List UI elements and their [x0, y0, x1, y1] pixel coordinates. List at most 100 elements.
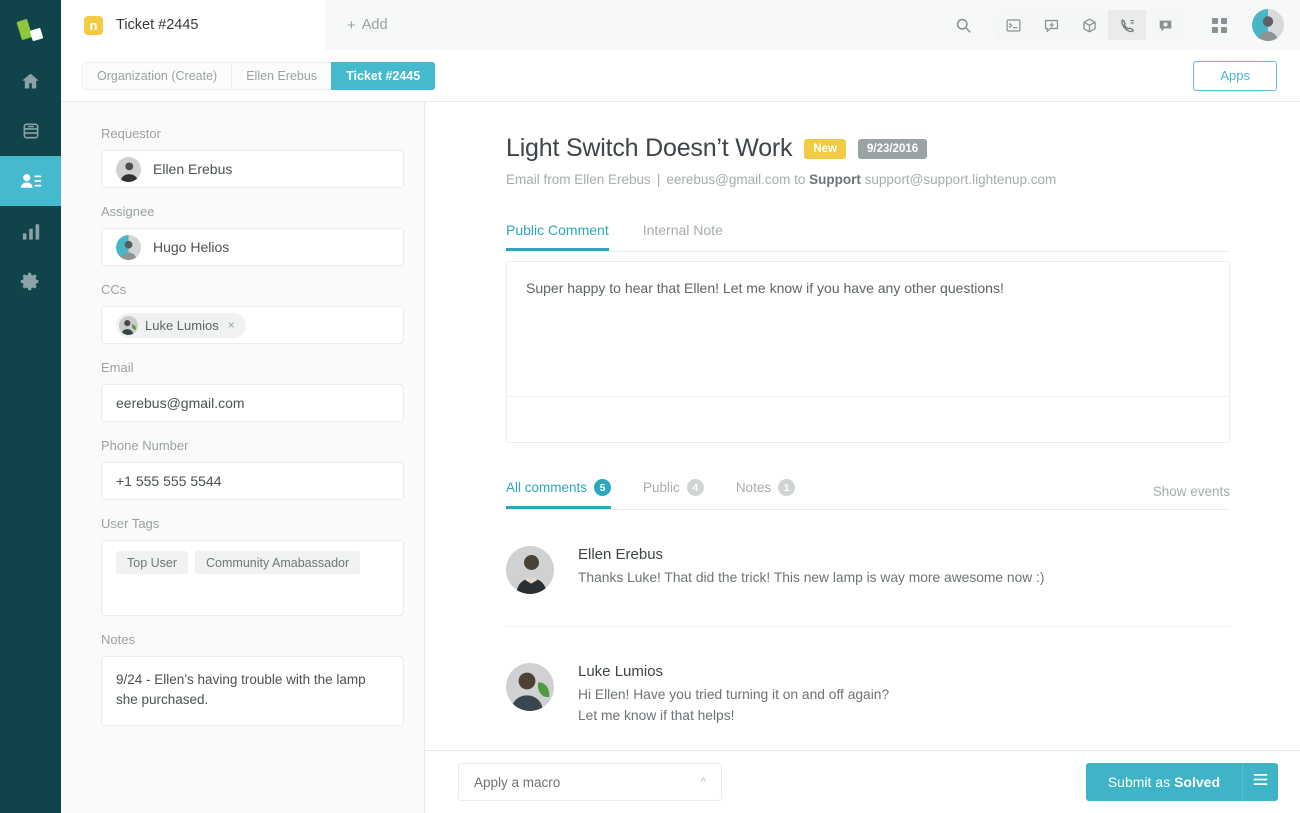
composer-toolbar	[507, 396, 1229, 442]
phone-value: +1 555 555 5544	[116, 473, 222, 489]
app-root: n Ticket #2445 + Add	[0, 0, 1300, 813]
tab-all-comments-label: All comments	[506, 480, 587, 495]
ticket-scroll-area: Light Switch Doesn’t Work New 9/23/2016 …	[425, 102, 1300, 750]
chat-icon[interactable]	[1146, 10, 1184, 40]
tab-public-label: Public	[643, 480, 680, 495]
lightenup-logo[interactable]	[0, 6, 61, 56]
field-requestor: Requestor Ellen Erebus	[101, 126, 404, 188]
composer-tabs: Public Comment Internal Note	[506, 216, 1230, 252]
lightning-chat-icon[interactable]	[1032, 10, 1070, 40]
date-badge: 9/23/2016	[858, 139, 927, 159]
sidebar-item-settings[interactable]	[0, 256, 61, 306]
email-field[interactable]: eerebus@gmail.com	[101, 384, 404, 422]
avatar	[116, 235, 141, 260]
breadcrumb-item-user[interactable]: Ellen Erebus	[231, 62, 331, 90]
field-notes: Notes 9/24 - Ellen’s having trouble with…	[101, 632, 404, 726]
breadcrumb-item-organization[interactable]: Organization (Create)	[82, 62, 231, 90]
sidebar-item-home[interactable]	[0, 56, 61, 106]
hamburger-icon	[1253, 773, 1268, 791]
comment-text: Thanks Luke! That did the trick! This ne…	[578, 568, 1044, 589]
comment-content: Ellen Erebus Thanks Luke! That did the t…	[578, 546, 1044, 594]
assignee-value: Hugo Helios	[153, 239, 229, 255]
phone-icon[interactable]	[1108, 10, 1146, 40]
apps-grid-icon[interactable]	[1200, 10, 1238, 40]
comment-author: Luke Lumios	[578, 663, 889, 680]
user-tags-input[interactable]: Top User Community Amabassador	[101, 540, 404, 616]
ticket-sub-prefix: Email from Ellen Erebus	[506, 172, 651, 187]
field-label-email: Email	[101, 360, 404, 375]
main-column: n Ticket #2445 + Add	[61, 0, 1300, 813]
field-email: Email eerebus@gmail.com	[101, 360, 404, 422]
field-label-requestor: Requestor	[101, 126, 404, 141]
reply-textarea[interactable]: Super happy to hear that Ellen! Let me k…	[507, 262, 1229, 396]
terminal-icon[interactable]	[994, 10, 1032, 40]
avatar	[119, 316, 138, 335]
comment-text: Hi Ellen! Have you tried turning it on a…	[578, 685, 889, 706]
open-tab-ticket[interactable]: n Ticket #2445	[61, 0, 325, 50]
sidebar-item-customers[interactable]	[0, 156, 61, 206]
sidebar-item-tickets[interactable]	[0, 106, 61, 156]
ticket-sub-to-name: Support	[809, 172, 861, 187]
phone-field[interactable]: +1 555 555 5544	[101, 462, 404, 500]
bar-chart-icon	[21, 222, 41, 241]
users-icon	[20, 171, 42, 191]
field-label-ccs: CCs	[101, 282, 404, 297]
submit-group: Submit asSolved	[1086, 763, 1278, 801]
page-title: Light Switch Doesn’t Work	[506, 134, 792, 163]
field-label-user-tags: User Tags	[101, 516, 404, 531]
sidebar-item-reports[interactable]	[0, 206, 61, 256]
apply-macro-select[interactable]: Apply a macro ^	[458, 763, 722, 801]
submit-button[interactable]: Submit asSolved	[1086, 763, 1242, 801]
avatar	[506, 546, 554, 594]
tab-public-comment[interactable]: Public Comment	[506, 222, 609, 251]
field-assignee: Assignee Hugo Helios	[101, 204, 404, 266]
ticket-sub-to-email: support@support.lightenup.com	[865, 172, 1057, 187]
tab-public-count: 4	[687, 479, 704, 496]
search-icon[interactable]	[944, 10, 982, 40]
field-phone: Phone Number +1 555 555 5544	[101, 438, 404, 500]
box-icon[interactable]	[1070, 10, 1108, 40]
submit-prefix: Submit as	[1108, 774, 1170, 790]
breadcrumb-item-ticket[interactable]: Ticket #2445	[331, 62, 435, 90]
action-bar: Apply a macro ^ Submit asSolved	[425, 750, 1300, 813]
tab-all-comments-count: 5	[594, 479, 611, 496]
requestor-value: Ellen Erebus	[153, 161, 232, 177]
tab-notes[interactable]: Notes 1	[736, 479, 795, 509]
reply-composer[interactable]: Super happy to hear that Ellen! Let me k…	[506, 261, 1230, 443]
ccs-input[interactable]: Luke Lumios ×	[101, 306, 404, 344]
cc-chip[interactable]: Luke Lumios ×	[116, 313, 246, 338]
requestor-input[interactable]: Ellen Erebus	[101, 150, 404, 188]
field-ccs: CCs Luke Lumios	[101, 282, 404, 344]
left-nav-rail	[0, 0, 61, 813]
user-tag[interactable]: Top User	[116, 551, 188, 574]
tool-icon-group	[994, 10, 1184, 40]
show-events-link[interactable]: Show events	[1153, 484, 1230, 499]
field-label-assignee: Assignee	[101, 204, 404, 219]
tab-favicon: n	[84, 16, 103, 35]
tab-public[interactable]: Public 4	[643, 479, 704, 509]
home-icon	[20, 71, 41, 92]
apps-button[interactable]: Apps	[1193, 61, 1277, 91]
assignee-input[interactable]: Hugo Helios	[101, 228, 404, 266]
tab-notes-count: 1	[778, 479, 795, 496]
notes-value: 9/24 - Ellen’s having trouble with the l…	[116, 670, 389, 709]
comment-item: Luke Lumios Hi Ellen! Have you tried tur…	[506, 627, 1230, 750]
comment-author: Ellen Erebus	[578, 546, 1044, 563]
tab-all-comments[interactable]: All comments 5	[506, 479, 611, 509]
tab-internal-note[interactable]: Internal Note	[643, 222, 723, 251]
submit-options-button[interactable]	[1242, 763, 1278, 801]
tab-notes-label: Notes	[736, 480, 771, 495]
cc-chip-label: Luke Lumios	[145, 318, 219, 333]
close-icon[interactable]: ×	[228, 318, 235, 332]
avatar	[506, 663, 554, 711]
breadcrumb: Organization (Create) Ellen Erebus Ticke…	[61, 50, 1300, 102]
comment-text: Let me know if that helps!	[578, 706, 889, 727]
avatar[interactable]	[1252, 9, 1284, 41]
user-tag[interactable]: Community Amabassador	[195, 551, 360, 574]
body: Requestor Ellen Erebus Assigne	[61, 102, 1300, 813]
notes-textarea[interactable]: 9/24 - Ellen’s having trouble with the l…	[101, 656, 404, 726]
ticket-sub-from: eerebus@gmail.com	[666, 172, 790, 187]
top-bar: n Ticket #2445 + Add	[61, 0, 1300, 50]
add-tab-label: Add	[362, 17, 388, 33]
comment-content: Luke Lumios Hi Ellen! Have you tried tur…	[578, 663, 889, 726]
